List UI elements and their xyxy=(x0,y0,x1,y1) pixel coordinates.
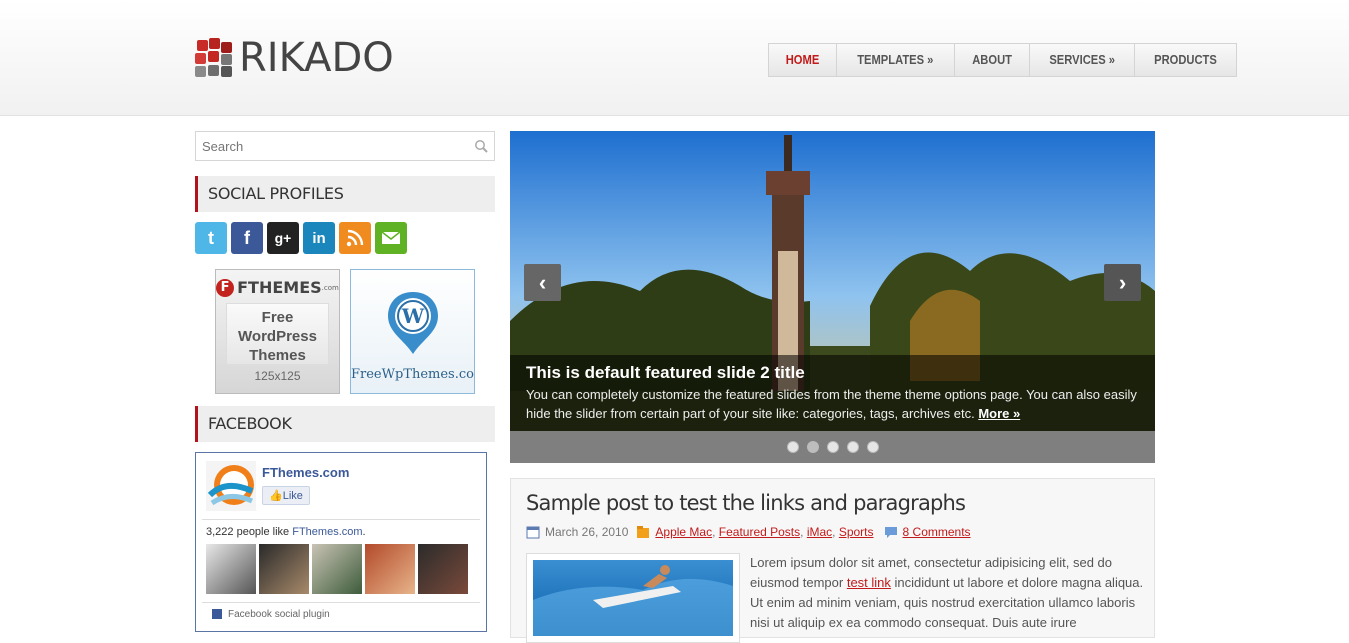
excerpt-test-link[interactable]: test link xyxy=(847,575,891,590)
fan-avatar[interactable] xyxy=(312,544,362,594)
twitter-icon[interactable]: t xyxy=(195,222,227,254)
post-meta: March 26, 2010 Apple Mac, Featured Posts… xyxy=(526,525,971,539)
thumbs-up-icon: 👍 xyxy=(269,490,283,502)
fthemes-brand-text: FTHEMES xyxy=(237,278,322,297)
featured-slider: ‹ › This is default featured slide 2 tit… xyxy=(510,131,1155,463)
fthemes-brand-suffix: .com xyxy=(321,283,339,292)
like-count-suffix: . xyxy=(362,526,366,538)
like-count-text: 3,222 people like xyxy=(206,526,293,538)
ad-line-2: WordPress xyxy=(238,328,317,345)
site-name: RIKADO xyxy=(239,35,394,81)
slider-prev-button[interactable]: ‹ xyxy=(524,264,561,301)
slider-pagination xyxy=(510,431,1155,463)
fthemes-ad-box: Free WordPress Themes xyxy=(226,303,329,365)
search-box xyxy=(195,131,495,161)
fan-avatar[interactable] xyxy=(206,544,256,594)
post-card: Sample post to test the links and paragr… xyxy=(510,478,1155,643)
post-excerpt: Lorem ipsum dolor sit amet, consectetur … xyxy=(750,553,1145,633)
post-title[interactable]: Sample post to test the links and paragr… xyxy=(526,491,966,515)
nav-services[interactable]: SERVICES » xyxy=(1037,44,1127,76)
calendar-icon xyxy=(526,526,540,539)
fan-avatar[interactable] xyxy=(365,544,415,594)
slider-dot[interactable] xyxy=(826,441,839,453)
fan-avatar[interactable] xyxy=(259,544,309,594)
fb-fans xyxy=(196,544,486,594)
search-icon[interactable] xyxy=(474,139,488,153)
nav-home[interactable]: HOME xyxy=(774,44,832,76)
fb-plugin-label: Facebook social plugin xyxy=(202,602,480,626)
fb-count-link[interactable]: FThemes.com xyxy=(292,526,362,538)
post-thumbnail[interactable] xyxy=(526,553,740,643)
slide-title: This is default featured slide 2 title xyxy=(526,363,805,382)
category-apple-mac[interactable]: Apple Mac xyxy=(655,525,712,539)
email-icon[interactable] xyxy=(375,222,407,254)
comment-icon xyxy=(884,527,897,538)
fb-like-count: 3,222 people like FThemes.com. xyxy=(196,520,486,544)
slide-more-link[interactable]: More » xyxy=(978,406,1020,421)
site-logo[interactable]: RIKADO xyxy=(195,35,394,81)
ad-line-1: Free xyxy=(261,309,294,326)
fb-plugin-text: Facebook social plugin xyxy=(228,609,330,620)
linkedin-icon[interactable]: in xyxy=(303,222,335,254)
rss-icon[interactable] xyxy=(339,222,371,254)
wordpress-pin-icon: W xyxy=(387,292,438,354)
category-sports[interactable]: Sports xyxy=(839,525,874,539)
category-featured-posts[interactable]: Featured Posts xyxy=(719,525,800,539)
fthemes-brand: F FTHEMES .com xyxy=(216,278,339,297)
fb-page-name[interactable]: FThemes.com xyxy=(262,465,349,480)
slider-dot[interactable] xyxy=(866,441,879,453)
comments-link[interactable]: 8 Comments xyxy=(903,525,971,539)
search-input[interactable] xyxy=(196,132,466,160)
surfer-image xyxy=(533,560,733,636)
category-imac[interactable]: iMac xyxy=(807,525,832,539)
social-profiles-title: SOCIAL PROFILES xyxy=(195,176,495,212)
logo-grid-icon xyxy=(195,38,233,78)
like-label: Like xyxy=(282,490,303,502)
fan-avatar[interactable] xyxy=(418,544,468,594)
google-plus-icon[interactable]: g+ xyxy=(267,222,299,254)
nav-products[interactable]: PRODUCTS xyxy=(1142,44,1229,76)
ad-line-3: Themes xyxy=(249,347,306,364)
slide-caption: This is default featured slide 2 title Y… xyxy=(510,355,1155,431)
facebook-title: FACEBOOK xyxy=(195,406,495,442)
nav-about[interactable]: ABOUT xyxy=(960,44,1024,76)
slider-next-button[interactable]: › xyxy=(1104,264,1141,301)
facebook-like-box: FThemes.com 👍Like 3,222 people like FThe… xyxy=(195,452,487,632)
main-nav: HOME TEMPLATES » ABOUT SERVICES » PRODUC… xyxy=(768,43,1238,77)
header: RIKADO HOME TEMPLATES » ABOUT SERVICES »… xyxy=(0,0,1349,116)
slider-dot-active[interactable] xyxy=(806,441,819,453)
slider-dot[interactable] xyxy=(786,441,799,453)
facebook-small-icon xyxy=(212,609,222,620)
social-icons: t f g+ in xyxy=(195,222,407,254)
fthemes-logo-icon: F xyxy=(216,278,235,297)
fthemes-ad-banner[interactable]: F FTHEMES .com Free WordPress Themes 125x… xyxy=(215,269,340,394)
svg-text:W: W xyxy=(400,304,424,328)
fb-like-button[interactable]: 👍Like xyxy=(262,486,310,505)
post-date: March 26, 2010 xyxy=(545,525,629,539)
freewpthemes-ad-banner[interactable]: W FreeWpThemes.co xyxy=(350,269,475,394)
ad-size-label: 125x125 xyxy=(254,369,301,383)
slide-text-body: You can completely customize the feature… xyxy=(526,387,1137,421)
folder-icon xyxy=(637,526,650,538)
slider-dot[interactable] xyxy=(846,441,859,453)
nav-templates[interactable]: TEMPLATES » xyxy=(845,44,945,76)
freewpthemes-label: FreeWpThemes.co xyxy=(351,367,474,382)
facebook-icon[interactable]: f xyxy=(231,222,263,254)
slide-text: You can completely customize the feature… xyxy=(526,385,1139,423)
fthemes-avatar[interactable] xyxy=(206,461,256,511)
